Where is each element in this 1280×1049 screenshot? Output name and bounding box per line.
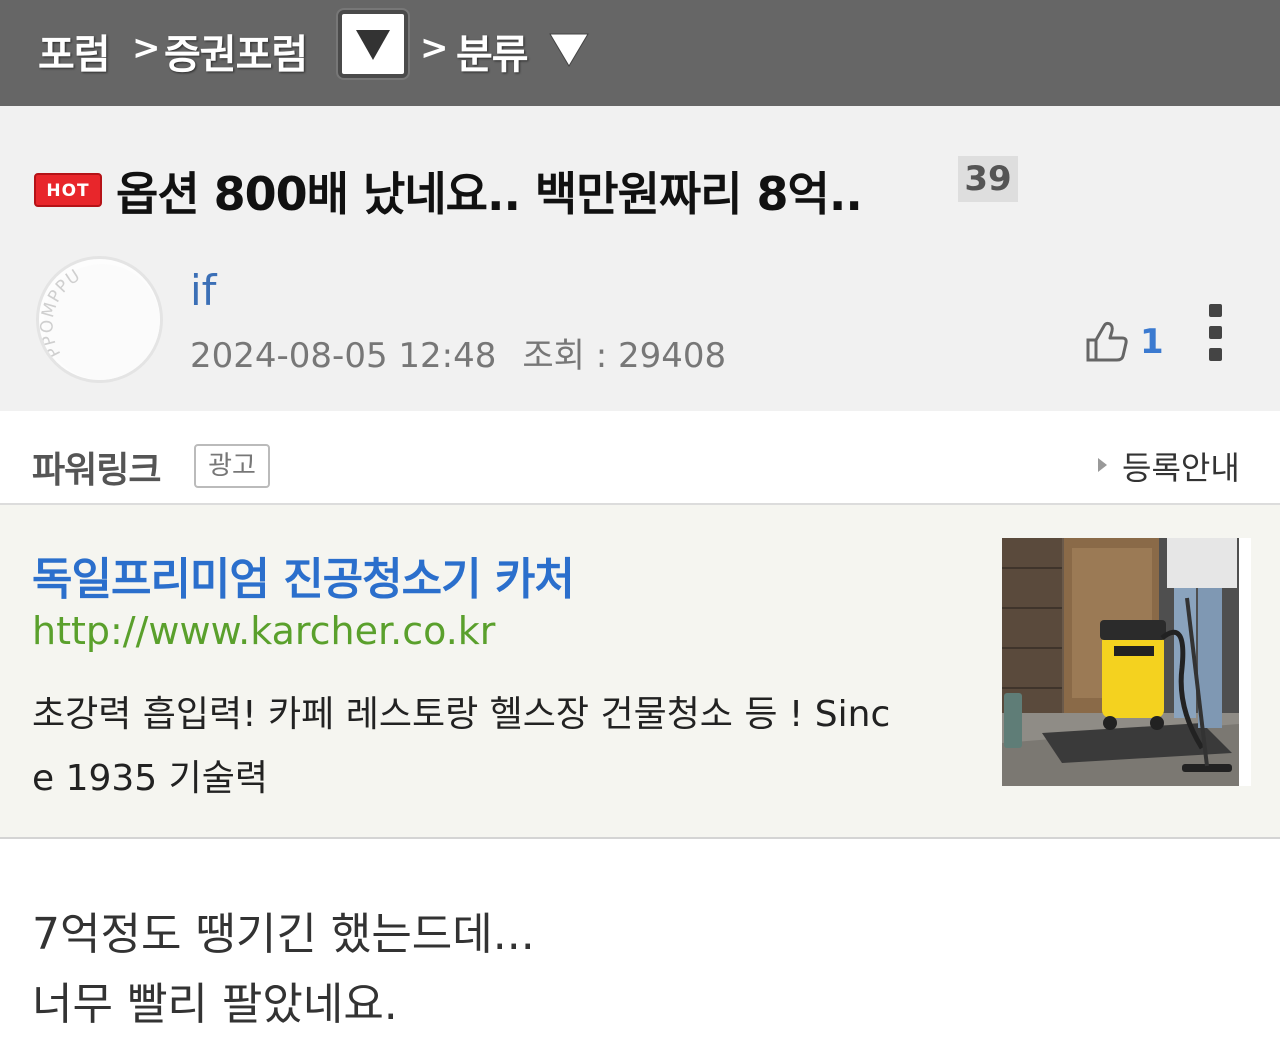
register-link[interactable]: 등록안내 [1098, 443, 1240, 489]
ad-badge: 광고 [194, 444, 270, 488]
ad-item[interactable]: 독일프리미엄 진공청소기 카처 http://www.karcher.co.kr… [0, 505, 1280, 839]
breadcrumb-bar: 포럼 > 증권포럼 > 분류 [0, 0, 1280, 106]
comment-count-badge[interactable]: 39 [958, 156, 1018, 202]
powerlink-title: 파워링크 [32, 450, 161, 491]
content-line-1: 7억정도 땡기긴 했는드데... [32, 909, 535, 960]
board-dropdown-button[interactable] [338, 10, 408, 78]
thumbs-up-icon [1086, 321, 1128, 362]
post-header: HOT 옵션 800배 났네요.. 백만원짜리 8억.. 39 PPOMPPU … [0, 106, 1280, 411]
ad-url[interactable]: http://www.karcher.co.kr [32, 609, 495, 653]
triangle-right-icon [1098, 458, 1107, 472]
powerlink-header: 파워링크 광고 등록안내 [0, 411, 1280, 505]
content-line-2: 너무 빨리 팔았네요. [32, 979, 398, 1030]
post-meta: 2024-08-05 12:48 조회 : 29408 [190, 328, 726, 377]
vacuum-cleaner-photo [1002, 538, 1251, 786]
breadcrumb-forum[interactable]: 포럼 [38, 22, 111, 80]
post-title: 옵션 800배 났네요.. 백만원짜리 8억.. [116, 167, 863, 221]
ad-image[interactable] [1002, 538, 1251, 786]
hot-badge: HOT [34, 173, 102, 207]
more-vertical-icon[interactable] [1202, 304, 1230, 364]
breadcrumb-category[interactable]: 분류 [456, 22, 529, 80]
avatar[interactable]: PPOMPPU [36, 256, 163, 383]
breadcrumb-separator: > [132, 28, 161, 68]
avatar-logo: PPOMPPU [39, 264, 160, 380]
author-name[interactable]: if [190, 266, 216, 315]
post-content: 7억정도 땡기긴 했는드데... 너무 빨리 팔았네요. [32, 900, 535, 1040]
dropdown-arrow-icon [356, 30, 390, 60]
ad-description: 초강력 흡입력! 카페 레스토랑 헬스장 건물청소 등 ! Sinc e 193… [32, 694, 891, 799]
breadcrumb-board[interactable]: 증권포럼 [164, 22, 308, 80]
like-count: 1 [1140, 322, 1164, 362]
category-dropdown-icon[interactable] [548, 32, 590, 68]
breadcrumb-separator-2: > [420, 28, 449, 68]
post-datetime: 2024-08-05 12:48 [190, 336, 497, 376]
ad-title[interactable]: 독일프리미엄 진공청소기 카처 [32, 543, 575, 607]
post-views: 조회 : 29408 [522, 336, 727, 376]
